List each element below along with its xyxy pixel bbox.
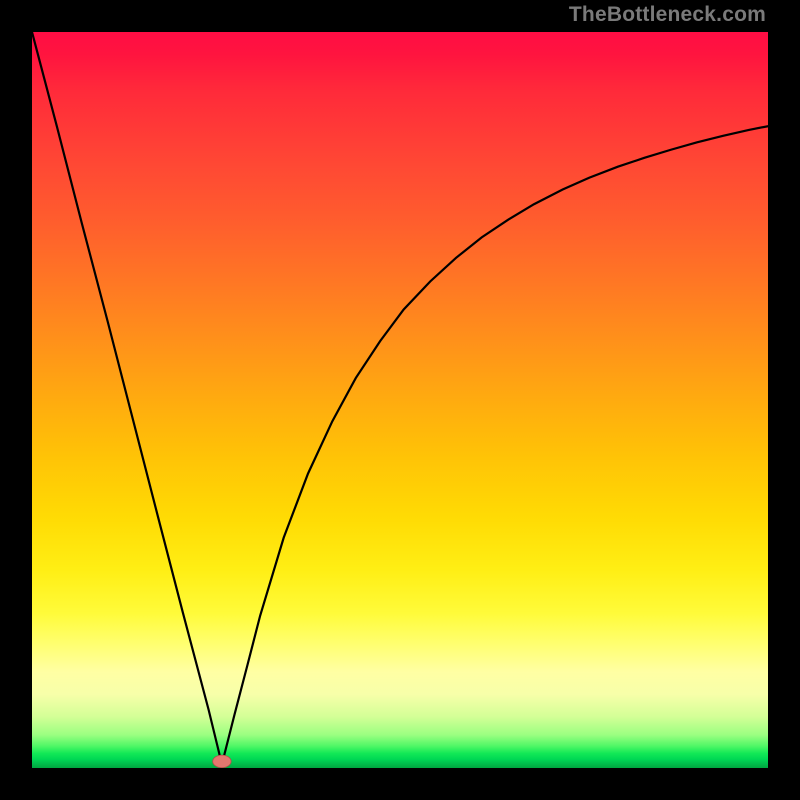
chart-plot-area [32,32,768,768]
curve-right-branch [222,126,768,764]
curve-left-branch [32,32,222,764]
watermark-text: TheBottleneck.com [569,3,766,27]
chart-frame: TheBottleneck.com [0,0,800,800]
minimum-marker [213,755,231,768]
chart-svg [32,32,768,768]
chart-curve [32,32,768,764]
